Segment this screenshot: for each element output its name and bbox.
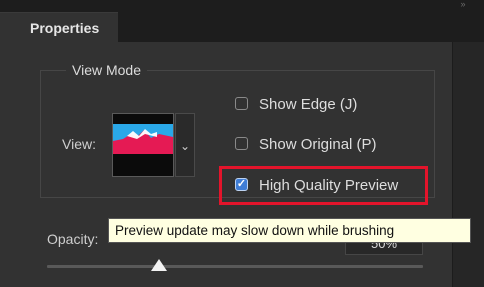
opacity-slider-track[interactable] (47, 265, 423, 268)
opacity-slider-handle[interactable] (151, 259, 167, 271)
show-original-checkbox[interactable] (235, 136, 248, 150)
show-edge-label: Show Edge (J) (259, 96, 358, 113)
highlight-annotation-box (219, 166, 428, 205)
opacity-label: Opacity: (47, 231, 99, 247)
view-mode-title: View Mode (66, 61, 148, 79)
panel-tab-bar: » Properties (0, 0, 484, 42)
tooltip: Preview update may slow down while brush… (108, 218, 471, 243)
double-chevron-right-icon[interactable]: » (452, 0, 474, 10)
panel-scroll-strip (452, 42, 484, 287)
tab-properties[interactable]: Properties (0, 12, 118, 42)
show-original-option[interactable]: Show Original (P) (235, 135, 377, 155)
show-edge-option[interactable]: Show Edge (J) (235, 95, 357, 115)
show-edge-checkbox[interactable] (235, 96, 248, 110)
show-original-label: Show Original (P) (259, 136, 377, 153)
view-label: View: (62, 136, 96, 152)
view-mode-thumbnail-icon[interactable] (112, 113, 174, 177)
chevron-down-icon[interactable]: ⌄ (175, 113, 195, 177)
view-mode-picker[interactable]: ⌄ (112, 113, 195, 177)
